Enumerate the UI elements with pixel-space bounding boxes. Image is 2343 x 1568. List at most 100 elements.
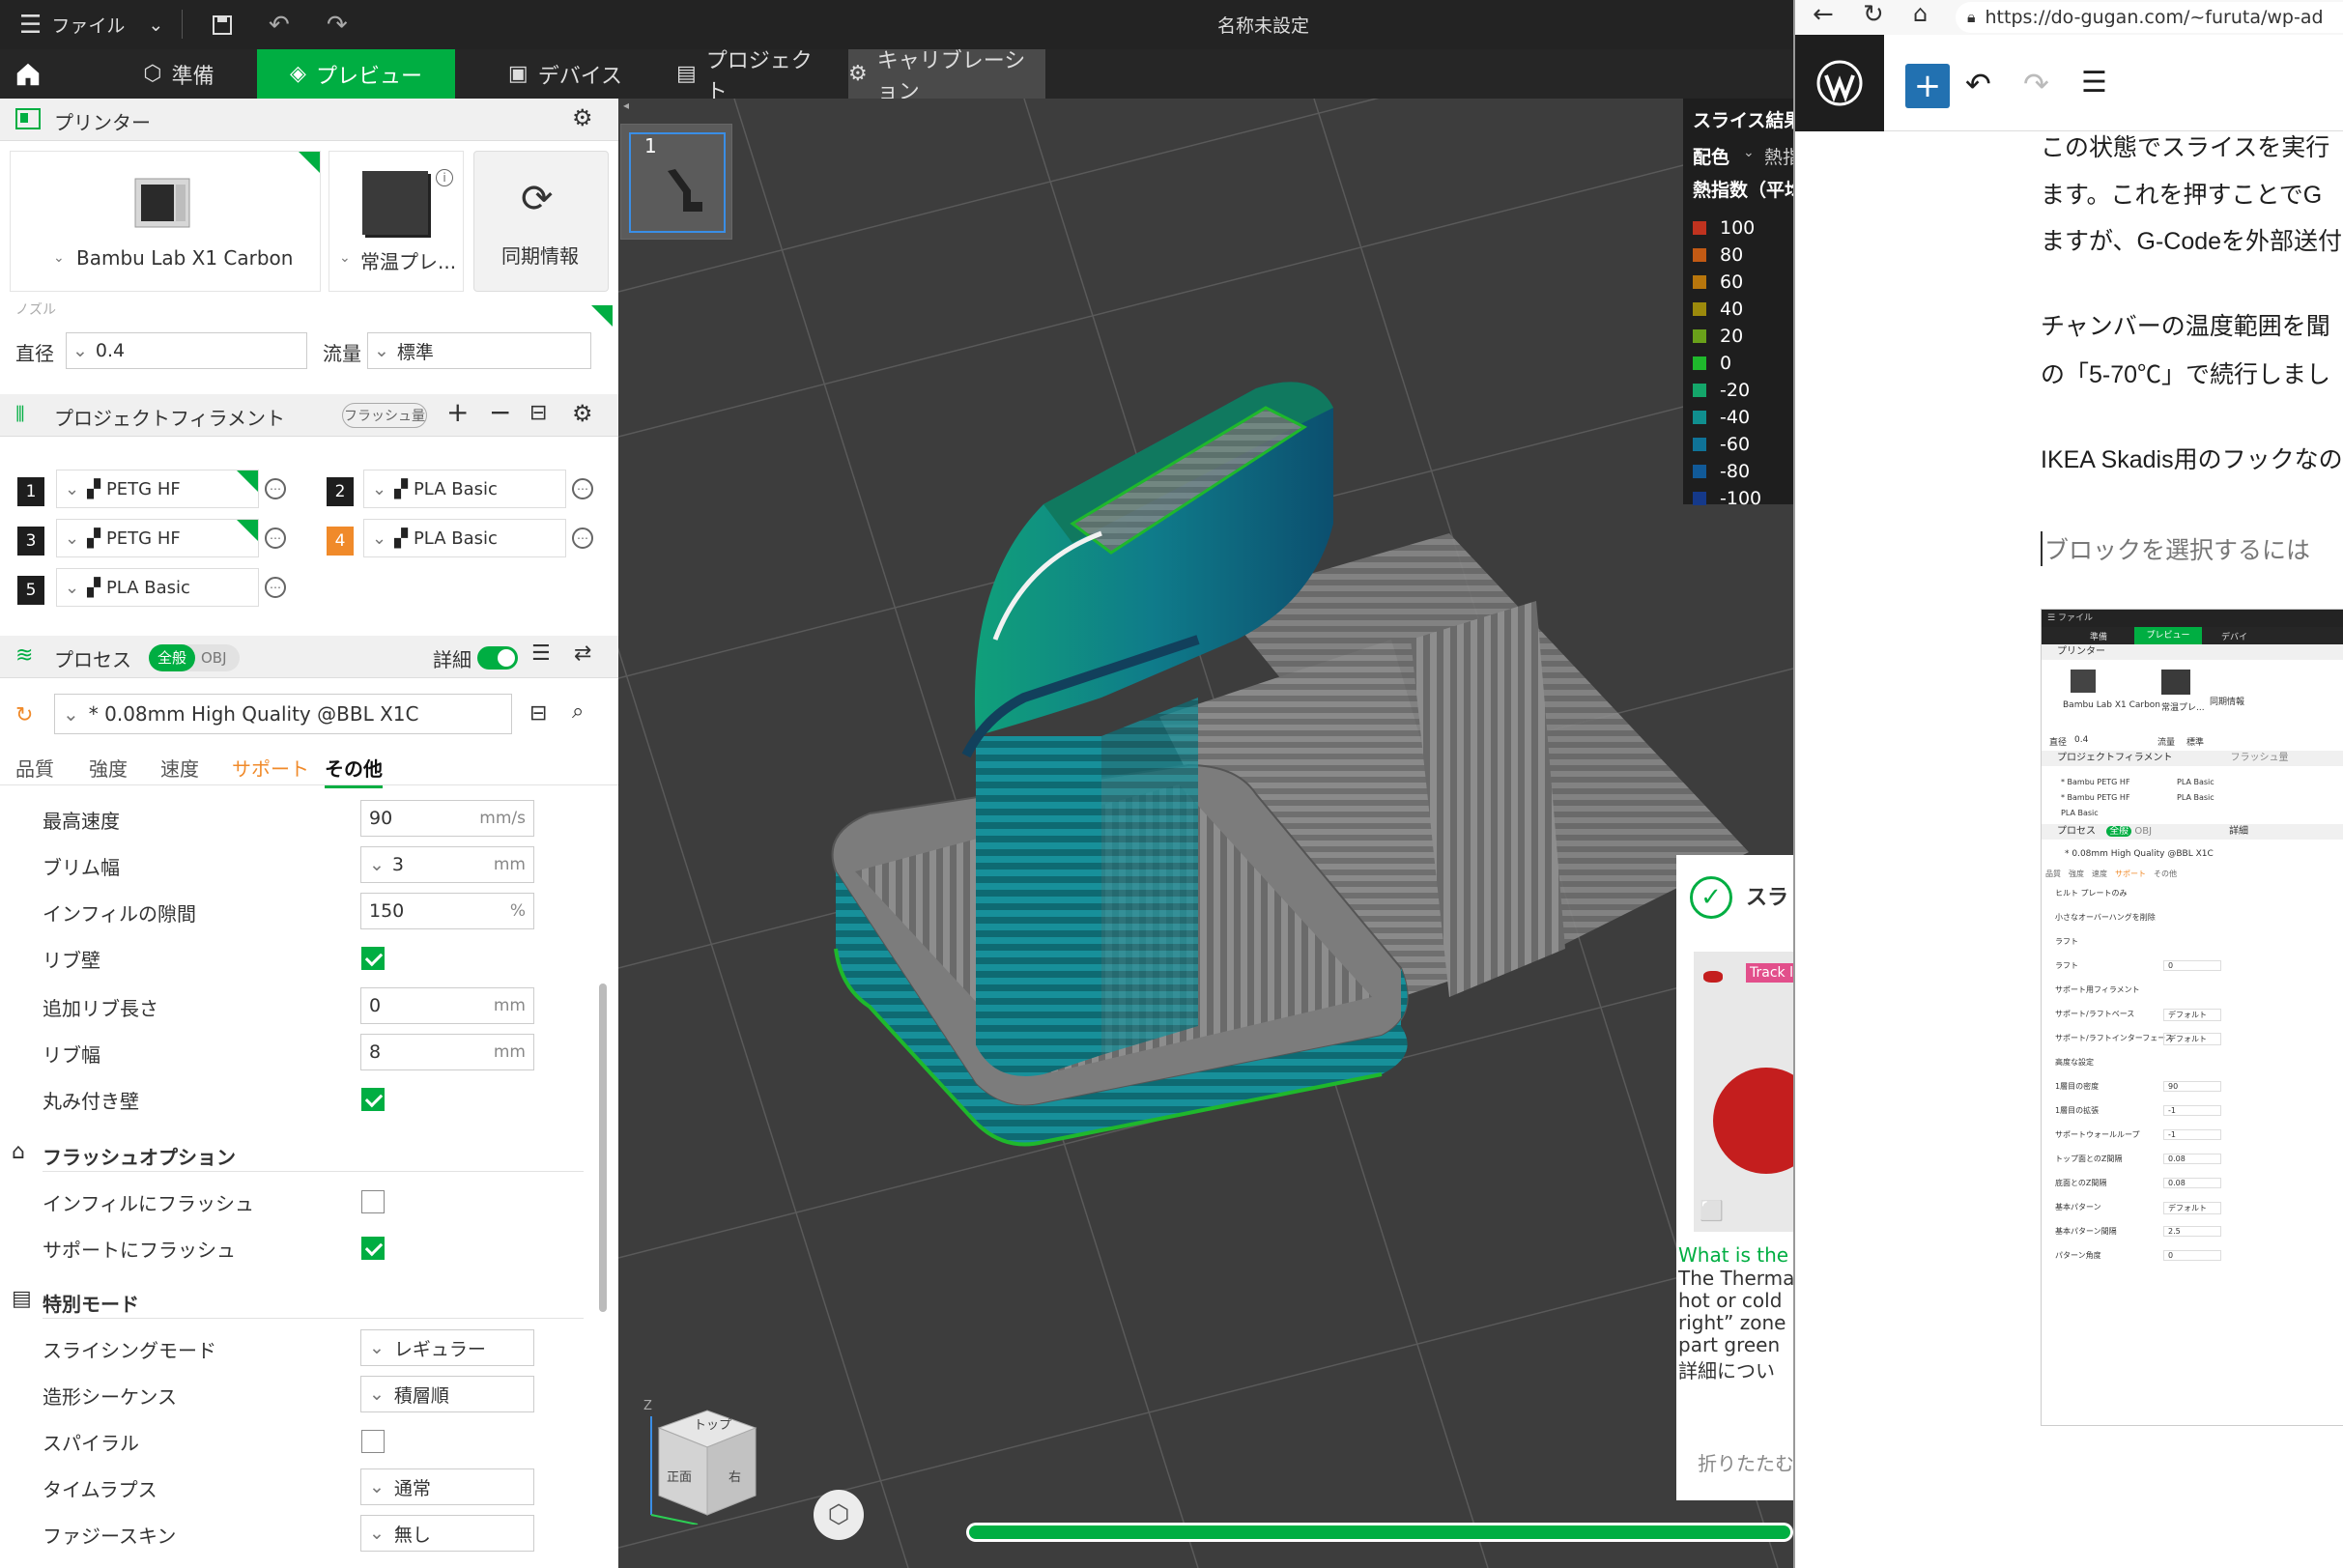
chevron-down-icon: ⌄ [65,577,80,598]
notification-title: スラ [1746,886,1789,910]
file-menu[interactable]: ☰ ファイル ⌄ [19,0,163,49]
toggle-object[interactable]: OBJ [201,649,227,667]
home-icon[interactable] [14,49,43,99]
slicing-mode-select[interactable]: ⌄ レギュラー [360,1329,534,1366]
auto-orient-view-icon[interactable]: ⬡ [814,1490,864,1540]
collapse-button[interactable]: 折りたたむ [1698,1448,1793,1476]
spiral-checkbox[interactable] [361,1430,385,1453]
more-options-icon[interactable]: ⋯ [572,478,593,499]
fuzzy-skin-select[interactable]: ⌄ 無し [360,1515,534,1552]
flow-select[interactable]: ⌄ 標準 [367,332,591,369]
max-speed-value: 90 [369,808,393,829]
more-options-icon[interactable]: ⋯ [572,527,593,549]
gear-icon[interactable]: ⚙ [572,104,593,131]
flush-into-support-checkbox[interactable] [361,1237,385,1260]
rib-wall-checkbox[interactable] [361,947,385,970]
add-icon[interactable]: + [446,396,469,428]
infill-gap-input[interactable]: 150% [360,893,534,929]
process-preset-select[interactable]: ⌄ * 0.08mm High Quality @BBL X1C [54,694,512,734]
address-bar[interactable]: 🔒︎ https://do-gugan.com/~furuta/wp-ad [1956,2,2343,33]
max-speed-input[interactable]: 90 mm/s [360,800,534,837]
subtab-quality[interactable]: 品質 [15,754,54,782]
diameter-select[interactable]: ⌄ 0.4 [66,332,307,369]
post-paragraph[interactable]: この状態でスライスを実行 [2041,128,2329,163]
cube-face-right[interactable]: 右 [729,1467,741,1485]
reset-icon[interactable]: ↻ [15,703,33,727]
toggle-global[interactable]: 全般 [149,644,195,671]
cube-face-front[interactable]: 正面 [667,1467,692,1485]
filament-select-2[interactable]: ⌄ ▞ PLA Basic [363,470,566,508]
home-icon[interactable]: ⌂ [1913,0,1928,27]
post-paragraph[interactable]: チャンバーの温度範囲を聞 [2041,307,2330,342]
timelapse-select[interactable]: ⌄ 通常 [360,1468,534,1505]
more-options-icon[interactable]: ⋯ [265,478,286,499]
sync-filament-icon[interactable]: ⊟ [529,401,547,425]
notification-link[interactable]: What is the [1678,1243,1788,1267]
flush-volume-button[interactable]: フラッシュ量 [342,403,427,428]
post-paragraph[interactable]: IKEA Skadis用のフックなの [2041,441,2343,475]
process-section-header[interactable]: ≋ プロセス 全般 OBJ 詳細 ☰ ⇄ [0,636,618,678]
thumb-subtabs: 品質 強度 速度 サポート その他 [2045,869,2287,880]
more-options-icon[interactable]: ⋯ [265,527,286,549]
subtab-speed[interactable]: 速度 [160,754,199,782]
color-scheme-value[interactable]: 熱指数 [1764,143,1793,169]
printer-card[interactable]: ⌄ Bambu Lab X1 Carbon [10,151,321,292]
filament-select-5[interactable]: ⌄ ▞ PLA Basic [56,568,259,607]
tab-calibration[interactable]: ⚙ キャリブレーション [848,49,1045,104]
list-icon[interactable]: ☰ [531,641,551,666]
add-block-button[interactable]: + [1905,64,1950,108]
filament-select-1[interactable]: ⌄ ▞ PETG HF [56,470,259,508]
undo-icon[interactable]: ↶ [269,0,290,49]
post-screenshot-image[interactable]: ☰ ファイル 準備 プレビュー デバイ プリンター Bambu Lab X1 C… [2041,609,2343,1426]
subtab-support[interactable]: サポート [232,754,309,782]
plate-card[interactable]: i ⌄ 常温プレ... [329,151,464,292]
global-object-toggle[interactable]: 全般 OBJ [149,644,240,671]
remove-icon[interactable]: − [489,396,511,428]
thumb-setting-row: 基本パターン デフォルト [2055,1202,2343,1214]
save-preset-icon[interactable]: ⊟ [529,701,547,726]
search-icon[interactable]: ⌕ [572,699,584,724]
layers-icon: ◈ [290,62,306,86]
printer-section-header[interactable]: プリンター ⚙ [0,99,618,141]
save-icon[interactable] [211,0,234,49]
gear-icon[interactable]: ⚙ [572,400,593,427]
detail-toggle[interactable] [477,646,518,670]
back-icon[interactable]: ← [1813,0,1834,29]
sync-button[interactable]: ⟳ 同期情報 [473,151,609,292]
tab-preview[interactable]: ◈ プレビュー [257,49,455,99]
brim-width-input[interactable]: ⌄ 3 mm [360,846,534,883]
tab-device[interactable]: ▣ デバイス [483,49,647,99]
settings-scrollbar[interactable] [599,984,607,1312]
preview-viewport[interactable]: 1 ◂ Z トップ 正面 右 ⬡ [618,99,1793,1568]
post-paragraph[interactable]: ますが、G-Codeを外部送付 [2041,222,2342,257]
print-sequence-select[interactable]: ⌄ 積層順 [360,1376,534,1412]
post-paragraph[interactable]: の「5-70℃」で続行しまし [2041,356,2330,390]
subtab-strength[interactable]: 強度 [89,754,128,782]
post-paragraph[interactable]: ます。これを押すことでG [2041,176,2322,211]
tab-project[interactable]: ▤ プロジェクト [676,49,831,104]
extra-rib-length-input[interactable]: 0 mm [360,987,534,1024]
cube-face-top[interactable]: トップ [694,1414,731,1433]
more-options-icon[interactable]: ⋯ [265,577,286,598]
block-placeholder[interactable]: ブロックを選択するには [2041,531,2310,566]
rib-width-input[interactable]: 8 mm [360,1034,534,1070]
rounded-wall-checkbox[interactable] [361,1088,385,1111]
undo-icon[interactable]: ↶ [1965,66,1991,102]
redo-icon[interactable]: ↷ [327,0,348,49]
reload-icon[interactable]: ↻ [1863,0,1884,29]
flush-into-infill-checkbox[interactable] [361,1190,385,1213]
plate-thumbnail[interactable]: 1 [620,124,732,240]
red-model-shape [1713,1068,1793,1174]
view-cube[interactable]: Z トップ 正面 右 [640,1389,775,1525]
filament-select-3[interactable]: ⌄ ▞ PETG HF [56,519,259,557]
tab-prepare[interactable]: ⬡ 準備 [106,49,251,99]
subtab-others[interactable]: その他 [325,754,383,788]
filament-select-4[interactable]: ⌄ ▞ PLA Basic [363,519,566,557]
collapse-panel-icon[interactable]: ◂ [618,99,634,114]
info-icon[interactable]: i [436,169,453,186]
compare-icon[interactable]: ⇄ [574,641,591,666]
redo-icon[interactable]: ↷ [2023,66,2049,102]
document-overview-icon[interactable]: ☰ [2081,66,2107,100]
filament-section-header[interactable]: ⦀ プロジェクトフィラメント フラッシュ量 + − ⊟ ⚙ [0,394,618,437]
wordpress-logo-button[interactable] [1795,35,1884,131]
